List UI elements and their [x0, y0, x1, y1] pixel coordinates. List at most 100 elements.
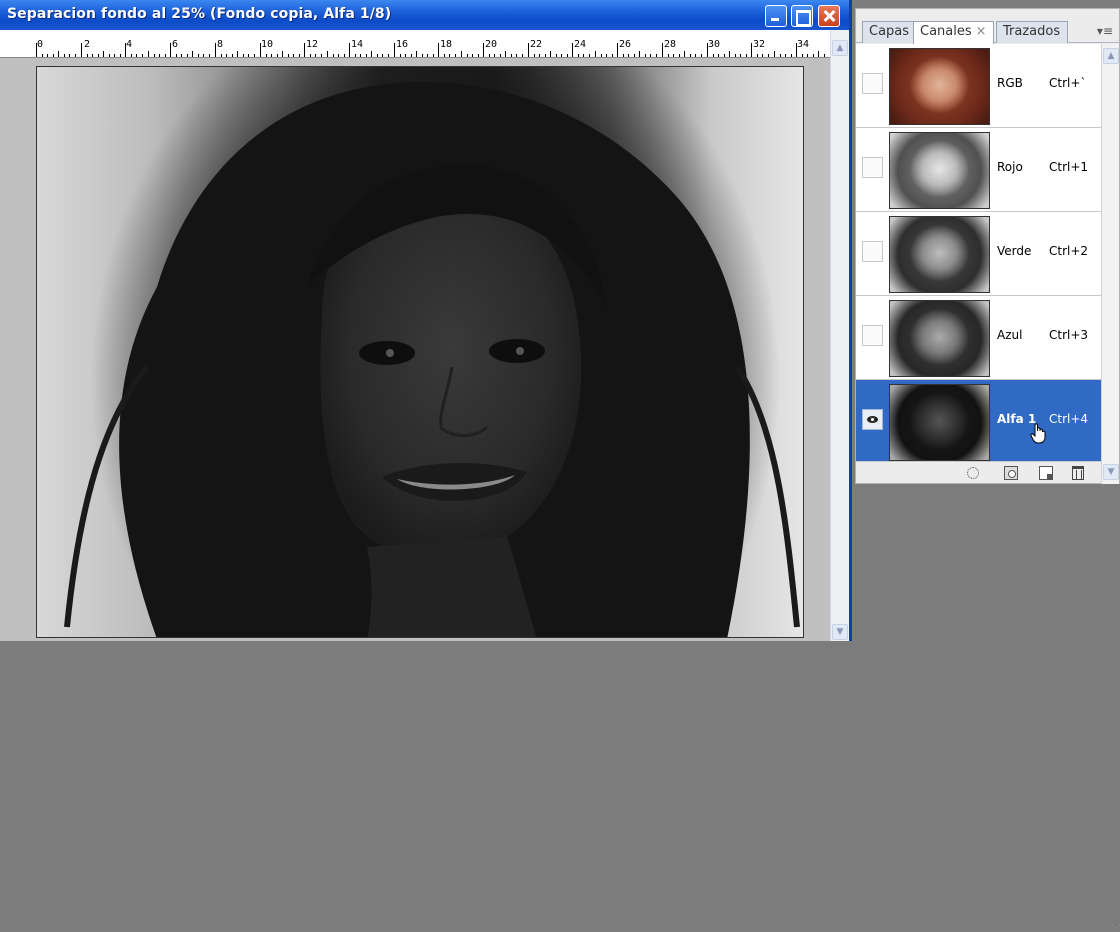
document-window: Separacion fondo al 25% (Fondo copia, Al…: [0, 0, 852, 641]
ruler-tick: [131, 54, 132, 57]
document-image[interactable]: [36, 66, 804, 638]
tab-trazados[interactable]: Trazados: [996, 21, 1068, 43]
ruler-tick: [338, 54, 339, 57]
channel-row-alfa-1[interactable]: Alfa 1 Ctrl+4: [856, 380, 1101, 464]
trash-icon[interactable]: [1072, 466, 1084, 480]
visibility-toggle[interactable]: [862, 325, 883, 346]
ruler-tick: [203, 54, 204, 57]
close-button[interactable]: [818, 5, 840, 27]
save-selection-icon[interactable]: [1004, 466, 1018, 480]
ruler-label: 34: [797, 39, 810, 50]
resize-grip-icon[interactable]: ⋰⋰: [1106, 923, 1120, 932]
visibility-toggle[interactable]: [862, 409, 883, 430]
ruler-tick: [266, 54, 267, 57]
panel-scrollbar[interactable]: ▲ ▼: [1101, 44, 1119, 484]
load-selection-icon[interactable]: [967, 467, 979, 479]
visibility-toggle[interactable]: [862, 241, 883, 262]
channel-name: Rojo: [997, 160, 1023, 174]
ruler-tick: [668, 54, 669, 57]
ruler-tick: [165, 54, 166, 57]
ruler-tick: [695, 54, 696, 57]
vertical-scrollbar[interactable]: ▲ ▼: [830, 30, 849, 641]
ruler-tick: [601, 54, 602, 57]
ruler-tick: [349, 43, 350, 57]
ruler-tick: [315, 54, 316, 57]
ruler-tick: [690, 54, 691, 57]
ruler-tick: [75, 54, 76, 57]
minimize-button[interactable]: [765, 5, 787, 27]
scroll-down-button[interactable]: ▼: [832, 624, 848, 640]
panel-tabs: Capas Canales × Trazados ▾≡: [856, 9, 1119, 44]
ruler-tick: [461, 51, 462, 57]
ruler-label: 32: [753, 39, 766, 50]
ruler-tick: [707, 43, 708, 57]
ruler-tick: [282, 51, 283, 57]
ruler-tick: [360, 54, 361, 57]
ruler-tick: [617, 43, 618, 57]
ruler-tick: [449, 54, 450, 57]
ruler-tick: [120, 54, 121, 57]
ruler-tick: [288, 54, 289, 57]
channel-row-azul[interactable]: Azul Ctrl+3: [856, 296, 1101, 380]
ruler-tick: [818, 51, 819, 57]
scroll-up-button[interactable]: ▲: [832, 40, 848, 56]
tab-close-icon[interactable]: ×: [976, 24, 987, 39]
new-channel-icon[interactable]: [1039, 466, 1053, 480]
channel-thumbnail: [889, 384, 990, 461]
ruler-tick: [98, 54, 99, 57]
ruler-tick: [310, 54, 311, 57]
ruler-tick: [713, 54, 714, 57]
ruler-tick: [478, 54, 479, 57]
ruler-tick: [114, 54, 115, 57]
horizontal-ruler[interactable]: 0 2 4 6 8 10 12 14 16 18 20 22 24 26 28 …: [0, 30, 830, 58]
channel-thumbnail: [889, 132, 990, 209]
visibility-toggle[interactable]: [862, 157, 883, 178]
ruler-label: 14: [351, 39, 364, 50]
channel-shortcut: Ctrl+2: [1049, 244, 1089, 258]
panel-menu-icon[interactable]: ▾≡: [1097, 24, 1113, 38]
ruler-label: 22: [530, 39, 543, 50]
ruler-tick: [47, 54, 48, 57]
ruler-tick: [589, 54, 590, 57]
ruler-tick: [505, 51, 506, 57]
ruler-tick: [701, 54, 702, 57]
ruler-tick: [438, 43, 439, 57]
ruler-tick: [824, 54, 825, 57]
scroll-down-button[interactable]: ▼: [1103, 464, 1119, 480]
title-bar[interactable]: Separacion fondo al 25% (Fondo copia, Al…: [0, 0, 849, 30]
ruler-tick: [58, 51, 59, 57]
ruler-label: 18: [440, 39, 453, 50]
window-title: Separacion fondo al 25% (Fondo copia, Al…: [7, 6, 392, 22]
ruler-tick: [87, 54, 88, 57]
channel-row-rgb[interactable]: RGB Ctrl+`: [856, 44, 1101, 128]
ruler-tick: [427, 54, 428, 57]
ruler-tick: [762, 54, 763, 57]
ruler-label: 2: [84, 39, 91, 50]
ruler-tick: [791, 54, 792, 57]
ruler-tick: [355, 54, 356, 57]
ruler-tick: [388, 54, 389, 57]
ruler-tick: [578, 54, 579, 57]
ruler-tick: [623, 54, 624, 57]
ruler-tick: [768, 54, 769, 57]
ruler-label: 20: [485, 39, 498, 50]
channel-row-rojo[interactable]: Rojo Ctrl+1: [856, 128, 1101, 212]
ruler-tick: [639, 51, 640, 57]
ruler-tick: [802, 54, 803, 57]
canvas-area[interactable]: [10, 58, 830, 641]
ruler-tick: [333, 54, 334, 57]
ruler-tick: [472, 54, 473, 57]
ruler-tick: [394, 43, 395, 57]
channel-row-verde[interactable]: Verde Ctrl+2: [856, 212, 1101, 296]
ruler-tick: [796, 43, 797, 57]
tab-capas[interactable]: Capas: [862, 21, 917, 43]
ruler-tick: [304, 43, 305, 57]
maximize-button[interactable]: [791, 5, 813, 27]
ruler-label: 24: [574, 39, 587, 50]
ruler-tick: [260, 43, 261, 57]
tab-canales[interactable]: Canales ×: [913, 21, 994, 44]
ruler-tick: [192, 51, 193, 57]
visibility-toggle[interactable]: [862, 73, 883, 94]
channel-thumbnail: [889, 216, 990, 293]
scroll-up-button[interactable]: ▲: [1103, 48, 1119, 64]
